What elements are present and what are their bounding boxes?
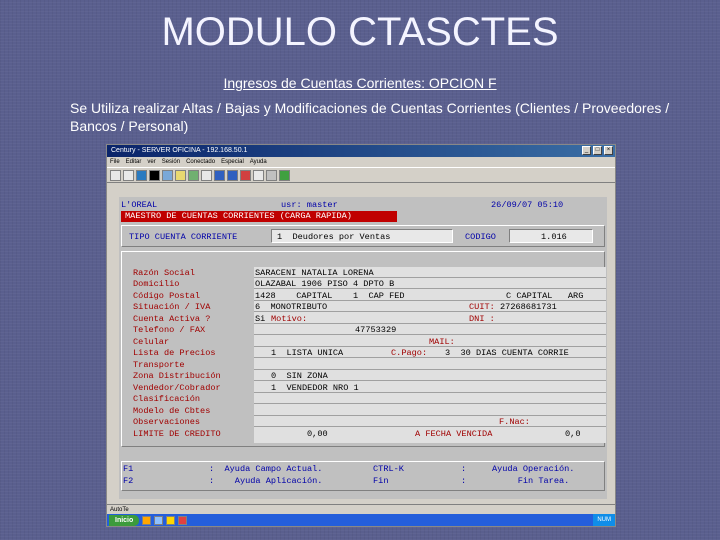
fecha-vencida-value[interactable]: 0,0 xyxy=(565,429,580,439)
mail-label: MAIL: xyxy=(429,337,455,347)
taskbar-browser-icon[interactable] xyxy=(154,515,164,525)
arrow-icon[interactable] xyxy=(266,170,277,181)
menu-especial[interactable]: Especial xyxy=(221,157,244,167)
menubar: File Editar ver Sesión Conectado Especia… xyxy=(107,157,615,167)
user-label: usr: master xyxy=(281,200,338,210)
menu-sesion[interactable]: Sesión xyxy=(162,157,180,167)
window-titlebar: Century - SERVER OFICINA - 192.168.50.1 … xyxy=(107,145,615,157)
tray-text: NUM xyxy=(597,517,611,523)
cuit-label: CUIT: xyxy=(469,302,495,312)
dni-label: DNI : xyxy=(469,314,495,324)
menu-ver[interactable]: ver xyxy=(147,157,155,167)
lista-precios-value[interactable]: 1 LISTA UNICA xyxy=(271,348,343,358)
window-title: Century - SERVER OFICINA - 192.168.50.1 xyxy=(111,147,248,154)
maximize-icon[interactable]: □ xyxy=(593,146,602,155)
label-razon-social: Razón Social xyxy=(133,268,195,278)
status-text: AutoTe xyxy=(110,507,129,513)
label-cuenta-activa: Cuenta Activa ? xyxy=(133,314,211,324)
help-fin-key: Fin xyxy=(373,476,389,486)
vendedor-value[interactable]: 1 VENDEDOR NRO 1 xyxy=(271,383,359,393)
copy-icon[interactable] xyxy=(162,170,173,181)
system-tray: NUM xyxy=(593,514,615,526)
stop-icon[interactable] xyxy=(240,170,251,181)
cpago-label: C.Pago: xyxy=(391,348,428,358)
connect-icon[interactable] xyxy=(214,170,225,181)
help-ctrlk-key: CTRL-K xyxy=(373,464,404,474)
situacion-value[interactable]: 6 MONOTRIBUTO xyxy=(255,302,327,312)
domicilio-value[interactable]: OLAZABAL 1906 PISO 4 DPTO B xyxy=(255,279,394,289)
fecha-vencida-label: A FECHA VENCIDA xyxy=(415,429,493,439)
label-domicilio: Domicilio xyxy=(133,279,180,289)
codigo-value: 1.016 xyxy=(541,232,567,242)
menu-ayuda[interactable]: Ayuda xyxy=(250,157,267,167)
taskbar-app-icon[interactable] xyxy=(142,515,152,525)
slide-subtitle: Ingresos de Cuentas Corrientes: OPCION F xyxy=(223,75,497,91)
limite-value[interactable]: 0,00 xyxy=(307,429,328,439)
print-icon[interactable] xyxy=(149,170,160,181)
save-icon[interactable] xyxy=(136,170,147,181)
taskbar: Inicio NUM xyxy=(107,514,615,526)
tipo-label: TIPO CUENTA CORRIENTE xyxy=(129,232,238,242)
menu-conectado[interactable]: Conectado xyxy=(186,157,215,167)
help-f1-key: F1 xyxy=(123,464,134,474)
open-icon[interactable] xyxy=(123,170,134,181)
label-zona: Zona Distribución xyxy=(133,371,221,381)
slide-title: MODULO CTASCTES xyxy=(161,10,559,54)
label-modelo-cbtes: Modelo de Cbtes xyxy=(133,406,211,416)
label-lista-precios: Lista de Precios xyxy=(133,348,216,358)
slide-description: Se Utiliza realizar Altas / Bajas y Modi… xyxy=(70,100,670,134)
help-f2-text: : Ayuda Aplicación. xyxy=(209,476,323,486)
minimize-icon[interactable]: _ xyxy=(582,146,591,155)
codigo-postal-value[interactable]: 1428 CAPITAL 1 CAP FED xyxy=(255,291,405,301)
label-clasificacion: Clasificación xyxy=(133,394,201,404)
tool-icon[interactable] xyxy=(188,170,199,181)
activa-value[interactable]: Si xyxy=(255,314,265,324)
tipo-value: 1 Deudores por Ventas xyxy=(277,232,391,242)
menu-editar[interactable]: Editar xyxy=(126,157,142,167)
find-icon[interactable] xyxy=(201,170,212,181)
screen-title: MAESTRO DE CUENTAS CORRIENTES (CARGA RAP… xyxy=(121,211,397,222)
status-bar: AutoTe xyxy=(107,504,615,514)
telefono-value[interactable]: 47753329 xyxy=(355,325,396,335)
label-vendedor: Vendedor/Cobrador xyxy=(133,383,221,393)
play-icon[interactable] xyxy=(279,170,290,181)
zona-value[interactable]: 0 SIN ZONA xyxy=(271,371,328,381)
disconnect-icon[interactable] xyxy=(227,170,238,181)
help-fin-text: : Fin Tarea. xyxy=(461,476,570,486)
motivo-label: Motivo: xyxy=(271,314,308,324)
help-ctrlk-text: : Ayuda Operación. xyxy=(461,464,575,474)
label-celular: Celular xyxy=(133,337,170,347)
terminal-screen: L'OREAL usr: master 26/09/07 05:10 MAEST… xyxy=(119,197,607,499)
provincia-value[interactable]: C CAPITAL ARG xyxy=(506,291,583,301)
menu-file[interactable]: File xyxy=(110,157,120,167)
label-codigo-postal: Código Postal xyxy=(133,291,201,301)
paste-icon[interactable] xyxy=(175,170,186,181)
app-window: Century - SERVER OFICINA - 192.168.50.1 … xyxy=(106,144,616,527)
label-telefono: Telefono / FAX xyxy=(133,325,206,335)
taskbar-media-icon[interactable] xyxy=(178,515,188,525)
cpago-value[interactable]: 3 30 DIAS CUENTA CORRIE xyxy=(445,348,569,358)
cursor-icon[interactable] xyxy=(253,170,264,181)
header-line: L'OREAL usr: master 26/09/07 05:10 xyxy=(121,200,605,210)
fnac-label: F.Nac: xyxy=(499,417,530,427)
start-button[interactable]: Inicio xyxy=(109,514,140,526)
datetime: 26/09/07 05:10 xyxy=(491,200,564,210)
help-f2-key: F2 xyxy=(123,476,134,486)
label-observaciones: Observaciones xyxy=(133,417,201,427)
new-icon[interactable] xyxy=(110,170,121,181)
label-situacion: Situación / IVA xyxy=(133,302,211,312)
company-name: L'OREAL xyxy=(121,200,158,210)
label-transporte: Transporte xyxy=(133,360,185,370)
help-f1-text: : Ayuda Campo Actual. xyxy=(209,464,323,474)
close-icon[interactable]: × xyxy=(604,146,613,155)
codigo-label: CODIGO xyxy=(465,232,496,242)
label-limite-credito: LIMITE DE CREDITO xyxy=(133,429,221,439)
taskbar-folder-icon[interactable] xyxy=(166,515,176,525)
razon-social-value[interactable]: SARACENI NATALIA LORENA xyxy=(255,268,374,278)
cuit-value[interactable]: 27268681731 xyxy=(500,302,557,312)
toolbar xyxy=(107,167,615,183)
